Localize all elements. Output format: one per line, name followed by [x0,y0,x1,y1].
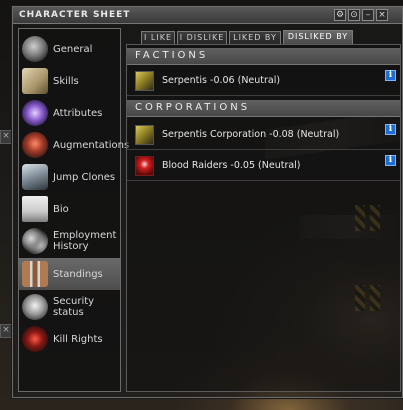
attributes-icon [22,100,48,126]
serpentis-corporation-logo-icon [135,125,154,145]
nav-label: General [53,43,93,55]
serpentis-logo-icon [135,71,154,91]
nav-label: Kill Rights [53,333,103,345]
nav-label: Jump Clones [53,171,116,183]
general-icon [22,36,48,62]
nav-label: Standings [53,268,103,280]
collapsed-panel-tab[interactable]: × [0,130,12,144]
standing-text: Serpentis -0.06 (Neutral) [162,75,281,86]
employment-history-icon [22,228,48,254]
info-icon[interactable]: i [385,155,396,166]
nav-label: Bio [53,203,69,215]
info-icon[interactable]: i [385,70,396,81]
blood-raiders-logo-icon [135,156,154,176]
nav-item-bio[interactable]: Bio [19,193,120,225]
nav-label: Security status [53,296,95,318]
nav-item-skills[interactable]: Skills [19,65,120,97]
nav-item-general[interactable]: General [19,33,120,65]
bio-icon [22,196,48,222]
tab-disliked-by[interactable]: DISLIKED BY [283,30,353,44]
standing-text: Serpentis Corporation -0.08 (Neutral) [162,129,340,140]
nav-item-jump-clones[interactable]: Jump Clones [19,161,120,193]
collapsed-panel-tab[interactable]: × [0,324,12,338]
close-button[interactable]: × [376,9,388,21]
nav-item-employment-history[interactable]: Employment History [19,225,120,257]
nav-item-augmentations[interactable]: Augmentations [19,129,129,161]
sidebar-nav: General Skills Attributes Augmentations … [18,28,129,392]
nav-item-security-status[interactable]: Security status [19,291,120,323]
list-item[interactable]: Blood Raiders -0.05 (Neutral) i [127,151,400,181]
section-header-corporations: CORPORATIONS [127,100,400,117]
section-header-factions: FACTIONS [127,48,400,65]
jump-clones-icon [22,164,48,190]
nav-item-kill-rights[interactable]: Kill Rights [19,323,120,355]
nav-label: Attributes [53,107,103,119]
standings-list: FACTIONS Serpentis -0.06 (Neutral) i COR… [126,44,401,392]
nav-item-standings[interactable]: Standings [19,258,120,290]
skills-icon [22,68,48,94]
list-item[interactable]: Serpentis Corporation -0.08 (Neutral) i [127,120,400,150]
security-status-icon [22,294,48,320]
nav-label: Employment History [53,230,117,252]
tab-i-dislike[interactable]: I DISLIKE [177,31,227,44]
info-icon[interactable]: i [385,124,396,135]
standing-text: Blood Raiders -0.05 (Neutral) [162,160,301,171]
list-item[interactable]: Serpentis -0.06 (Neutral) i [127,66,400,96]
tab-liked-by[interactable]: LIKED BY [229,31,281,44]
nav-label: Skills [53,75,79,87]
standings-icon [22,261,48,287]
augmentations-icon [22,132,48,158]
minimize-button[interactable]: – [362,9,374,21]
window-titlebar[interactable]: CHARACTER SHEET ⚙ ⊙ – × [13,7,402,24]
pin-icon[interactable]: ⊙ [348,9,360,21]
nav-item-attributes[interactable]: Attributes [19,97,120,129]
settings-icon[interactable]: ⚙ [334,9,346,21]
window-title: CHARACTER SHEET [19,10,131,20]
character-sheet-window: CHARACTER SHEET ⚙ ⊙ – × General Skills A… [12,6,403,398]
nav-label: Augmentations [53,139,130,151]
kill-rights-icon [22,326,48,352]
tab-i-like[interactable]: I LIKE [141,31,175,44]
